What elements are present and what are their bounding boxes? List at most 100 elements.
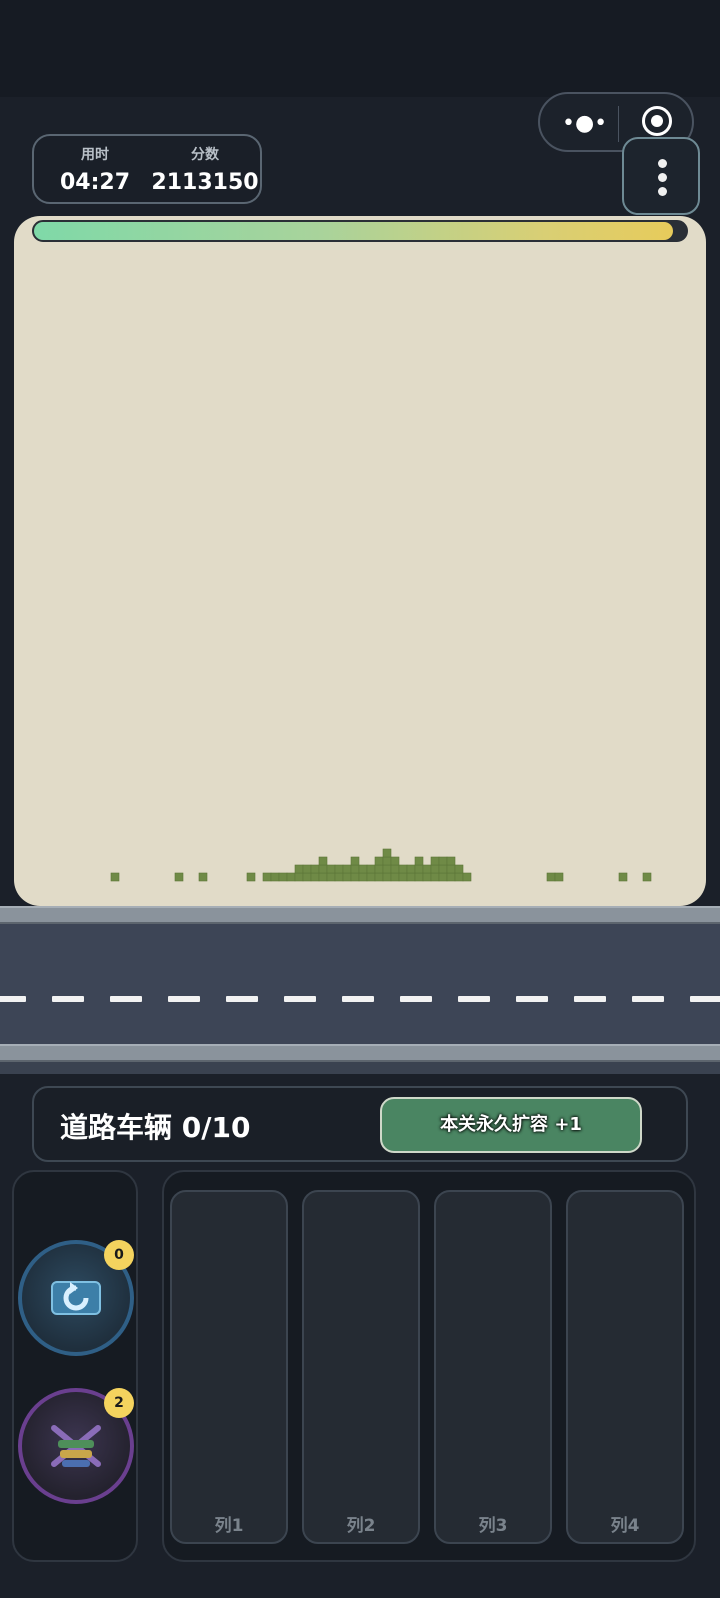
brick <box>358 864 368 874</box>
brick <box>110 872 120 882</box>
lane-dash <box>342 996 374 1002</box>
brick <box>302 864 312 874</box>
vertical-dot <box>658 187 667 196</box>
expand-capacity-button[interactable]: 本关永久扩容 +1 <box>380 1097 642 1153</box>
status-bar <box>0 0 720 97</box>
brick <box>430 864 440 874</box>
brick <box>414 864 424 874</box>
lane-dash <box>0 996 26 1002</box>
brick <box>374 856 384 866</box>
shuffle-tool-button[interactable]: 2 <box>18 1388 134 1504</box>
brick <box>462 872 472 882</box>
time-value: 04:27 <box>59 170 131 195</box>
lane-dash <box>574 996 606 1002</box>
curb-bottom <box>0 1044 720 1062</box>
brick <box>414 872 424 882</box>
brick <box>554 872 564 882</box>
brick <box>294 864 304 874</box>
brick <box>382 848 392 858</box>
brick <box>454 872 464 882</box>
brick <box>438 856 448 866</box>
column-label: 列3 <box>478 1516 508 1536</box>
game-board[interactable] <box>14 216 706 906</box>
lane-dash <box>110 996 142 1002</box>
brick <box>350 864 360 874</box>
brick <box>438 872 448 882</box>
brick <box>318 864 328 874</box>
brick <box>342 872 352 882</box>
brick <box>430 872 440 882</box>
score-stat: 分数 2113150 <box>150 144 260 195</box>
brick <box>406 872 416 882</box>
undo-ticket-icon <box>51 1281 101 1315</box>
lane-dash <box>168 996 200 1002</box>
brick <box>390 864 400 874</box>
brick <box>366 872 376 882</box>
menu-button[interactable] <box>622 137 700 215</box>
lane-dash <box>226 996 258 1002</box>
vertical-dots-icon <box>658 159 667 168</box>
brick-pile <box>110 848 652 882</box>
brick <box>406 864 416 874</box>
brick <box>390 856 400 866</box>
brick <box>446 864 456 874</box>
column-slot-4[interactable]: 列4 <box>566 1190 684 1544</box>
column-label: 列1 <box>214 1516 244 1536</box>
brick <box>618 872 628 882</box>
brick <box>382 872 392 882</box>
undo-count-badge: 0 <box>104 1240 134 1270</box>
close-target-icon[interactable] <box>642 106 672 136</box>
brick <box>246 872 256 882</box>
brick <box>358 872 368 882</box>
brick <box>382 856 392 866</box>
tools-panel: 0 2 <box>12 1170 138 1562</box>
brick <box>302 872 312 882</box>
brick <box>342 864 352 874</box>
lane-dash <box>400 996 432 1002</box>
brick <box>198 872 208 882</box>
brick <box>430 856 440 866</box>
lane-dash <box>284 996 316 1002</box>
brick <box>334 872 344 882</box>
brick <box>446 872 456 882</box>
road-vehicles-panel: 道路车辆 0/10 本关永久扩容 +1 <box>32 1086 688 1162</box>
column-slot-2[interactable]: 列2 <box>302 1190 420 1544</box>
brick <box>262 872 272 882</box>
lane-dash <box>690 996 720 1002</box>
parking-columns: 列1 列2 列3 列4 <box>162 1170 696 1562</box>
stats-panel: 用时 04:27 分数 2113150 <box>32 134 262 204</box>
brick <box>374 872 384 882</box>
shuffle-cars-icon <box>51 1425 101 1467</box>
score-value: 2113150 <box>151 170 259 195</box>
brick <box>446 856 456 866</box>
brick <box>270 872 280 882</box>
undo-tool-button[interactable]: 0 <box>18 1240 134 1356</box>
brick <box>382 864 392 874</box>
brick <box>422 864 432 874</box>
brick <box>174 872 184 882</box>
time-label: 用时 <box>81 147 109 163</box>
lane-dash <box>52 996 84 1002</box>
brick <box>326 864 336 874</box>
brick <box>350 856 360 866</box>
brick <box>318 856 328 866</box>
asphalt <box>0 924 720 1044</box>
shuffle-count-badge: 2 <box>104 1388 134 1418</box>
column-slot-3[interactable]: 列3 <box>434 1190 552 1544</box>
brick <box>310 864 320 874</box>
more-dots-icon[interactable]: •●• <box>562 112 607 136</box>
column-slot-1[interactable]: 列1 <box>170 1190 288 1544</box>
brick <box>390 872 400 882</box>
vertical-dot <box>658 173 667 182</box>
curb-top <box>0 906 720 924</box>
capsule-divider <box>618 106 619 142</box>
brick <box>318 872 328 882</box>
brick <box>454 864 464 874</box>
brick <box>398 872 408 882</box>
road <box>0 906 720 1074</box>
brick <box>326 872 336 882</box>
brick <box>414 856 424 866</box>
brick <box>286 872 296 882</box>
lane-dash <box>632 996 664 1002</box>
brick <box>374 864 384 874</box>
